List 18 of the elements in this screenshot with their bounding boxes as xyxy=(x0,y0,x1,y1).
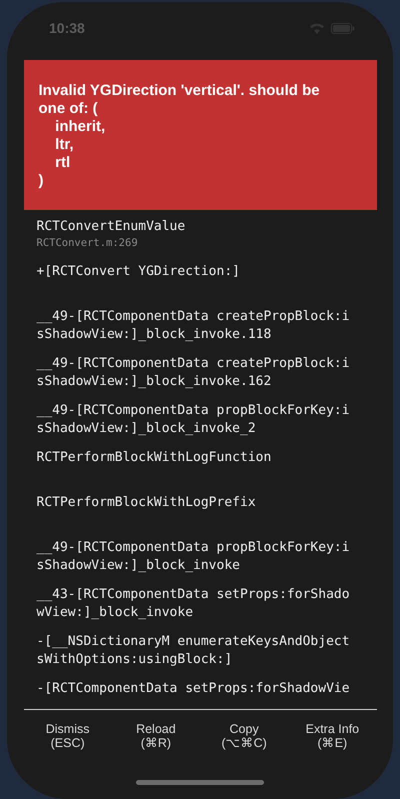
stack-frame[interactable]: RCTConvertEnumValue xyxy=(36,218,352,236)
stack-frame[interactable]: __49-[RCTComponentData createPropBlock:isShadowView:]_block_invoke.162 xyxy=(36,355,352,391)
status-time: 10:38 xyxy=(49,20,85,36)
action-button[interactable]: Extra Info (⌘E) xyxy=(288,718,376,754)
error-message: Invalid YGDirection 'vertical'. should be one of: ( inherit, ltr, rtl ) xyxy=(38,82,321,190)
stack-frame[interactable]: -[__NSDictionaryM enumerateKeysAndObjectsWithOptions:usingBlock:] xyxy=(36,633,352,669)
stack-frame[interactable]: __43-[RCTComponentData setProps:forShadowView:]_block_invoke xyxy=(36,586,352,622)
action-button[interactable]: Dismiss (ESC) xyxy=(24,718,112,754)
action-button[interactable]: Copy (⌥⌘C) xyxy=(200,718,288,754)
source-location: RCTConvert.m:269 xyxy=(36,236,139,250)
stack-frame[interactable]: RCTPerformBlockWithLogFunction xyxy=(36,449,352,467)
stack-frame[interactable]: __49-[RCTComponentData createPropBlock:isShadowView:]_block_invoke.118 xyxy=(36,308,352,344)
stack-frame[interactable]: RCTPerformBlockWithLogPrefix xyxy=(36,494,352,512)
stack-frame[interactable]: __49-[RCTComponentData propBlockForKey:isShadowView:]_block_invoke xyxy=(36,539,352,575)
action-button[interactable]: Reload (⌘R) xyxy=(112,718,200,754)
stack-frame[interactable]: -[RCTComponentData setProps:forShadowVie xyxy=(36,680,352,698)
stack-frame[interactable]: __49-[RCTComponentData propBlockForKey:isShadowView:]_block_invoke_2 xyxy=(36,402,352,438)
stack-frame[interactable]: +[RCTConvert YGDirection:] xyxy=(36,263,352,281)
